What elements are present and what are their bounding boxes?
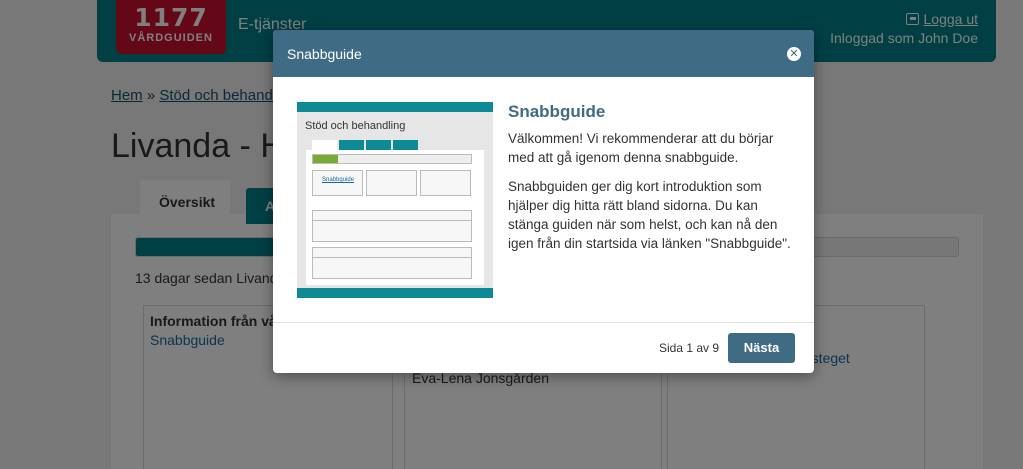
illustration-progress-fill — [313, 155, 339, 163]
illustration-tabs — [312, 140, 419, 150]
illustration-box — [366, 170, 417, 196]
modal-welcome-text: Välkommen! Vi rekommenderar att du börja… — [508, 131, 774, 165]
illustration-tab — [366, 140, 391, 150]
modal-footer: Sida 1 av 9 Nästa — [273, 322, 814, 373]
illustration-progress-bar — [312, 154, 472, 164]
page-indicator: Sida 1 av 9 — [659, 341, 720, 355]
illustration-box: Snabbguide — [312, 170, 363, 196]
illustration-row — [312, 247, 472, 279]
illustration-tab — [312, 140, 337, 150]
modal-heading: Snabbguide — [508, 102, 606, 121]
illustration-box — [420, 170, 471, 196]
snabbguide-modal: Snabbguide ✕ Stöd och behandling Snabbgu… — [273, 30, 814, 373]
illustration-tab — [339, 140, 364, 150]
modal-header: Snabbguide ✕ — [273, 30, 814, 77]
illustration-tab — [393, 140, 418, 150]
close-icon[interactable]: ✕ — [787, 47, 801, 61]
modal-intro-text: Snabbguiden ger dig kort introduktion so… — [508, 179, 791, 251]
illustration-title: Stöd och behandling — [305, 120, 406, 132]
illustration-link: Snabbguide — [322, 177, 355, 183]
illustration-panel: Snabbguide — [306, 150, 484, 285]
guide-illustration: Stöd och behandling Snabbguide — [297, 102, 493, 298]
next-button[interactable]: Nästa — [728, 333, 795, 363]
modal-title: Snabbguide — [287, 46, 362, 62]
illustration-row — [312, 210, 472, 242]
